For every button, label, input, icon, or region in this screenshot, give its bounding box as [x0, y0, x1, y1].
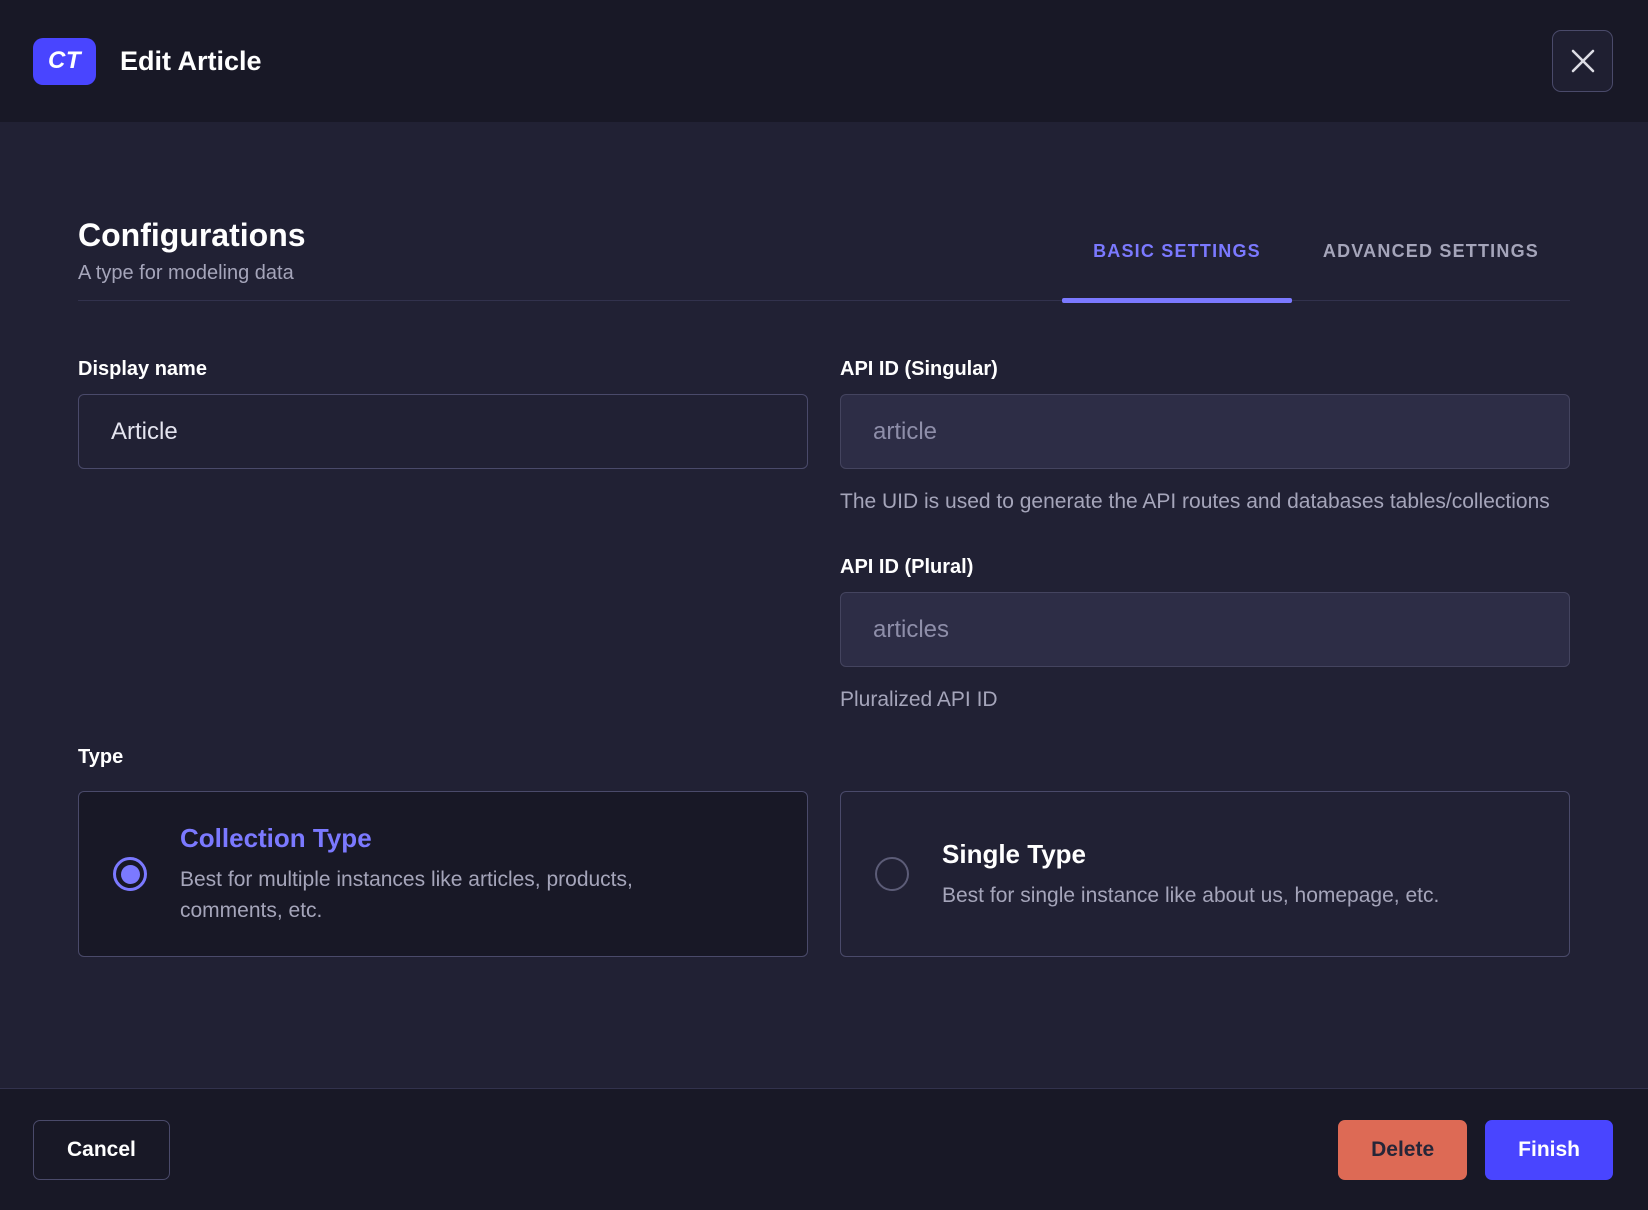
type-options: Collection Type Best for multiple instan… — [78, 791, 1570, 957]
settings-tabs: BASIC SETTINGS ADVANCED SETTINGS — [1062, 240, 1570, 303]
modal-title: Edit Article — [120, 45, 262, 76]
content-type-badge: CT — [33, 37, 96, 85]
api-id-singular-field-group: API ID (Singular) The UID is used to gen… — [840, 357, 1570, 517]
form-column-right: API ID (Singular) The UID is used to gen… — [840, 357, 1570, 715]
tab-basic-settings[interactable]: BASIC SETTINGS — [1062, 240, 1292, 303]
collection-type-option[interactable]: Collection Type Best for multiple instan… — [78, 791, 808, 957]
single-type-text: Single Type Best for single instance lik… — [942, 838, 1439, 911]
single-type-title: Single Type — [942, 838, 1086, 869]
form-column-left: Display name — [78, 357, 808, 715]
api-id-plural-label: API ID (Plural) — [840, 556, 974, 578]
api-id-singular-label: API ID (Singular) — [840, 358, 998, 380]
configurations-header-row: Configurations A type for modeling data … — [78, 216, 1570, 303]
modal-footer: Cancel Delete Finish — [0, 1088, 1648, 1210]
close-icon — [1569, 47, 1597, 75]
edit-content-type-modal: CT Edit Article Configurations A type fo… — [0, 0, 1648, 1210]
type-section: Type Collection Type Best for multiple i… — [78, 745, 1570, 957]
delete-button[interactable]: Delete — [1338, 1119, 1468, 1180]
tab-advanced-settings[interactable]: ADVANCED SETTINGS — [1292, 240, 1570, 300]
collection-type-radio[interactable] — [113, 857, 147, 891]
api-id-singular-helper: The UID is used to generate the API rout… — [840, 490, 1550, 513]
radio-unselected-dot-icon — [883, 865, 902, 884]
display-name-input[interactable] — [78, 394, 808, 469]
api-id-plural-field-group: API ID (Plural) Pluralized API ID — [840, 555, 1570, 715]
close-button[interactable] — [1552, 30, 1613, 92]
api-id-plural-input — [840, 592, 1570, 667]
configuration-form: Display name API ID (Singular) The UID i… — [78, 357, 1570, 715]
api-id-singular-input — [840, 394, 1570, 469]
modal-body: Configurations A type for modeling data … — [0, 122, 1648, 1088]
page-title: Configurations — [78, 217, 306, 253]
page-subtitle: A type for modeling data — [78, 262, 294, 284]
single-type-option[interactable]: Single Type Best for single instance lik… — [840, 791, 1570, 957]
radio-selected-dot-icon — [120, 864, 140, 884]
display-name-field-group: Display name — [78, 357, 808, 469]
single-type-description: Best for single instance like about us, … — [942, 883, 1440, 907]
cancel-button[interactable]: Cancel — [33, 1119, 170, 1180]
content-type-badge-label: CT — [48, 47, 81, 74]
display-name-label: Display name — [78, 358, 207, 380]
collection-type-description: Best for multiple instances like article… — [180, 868, 633, 922]
type-section-label: Type — [78, 746, 124, 768]
single-type-radio[interactable] — [875, 857, 909, 891]
configurations-heading: Configurations A type for modeling data — [78, 216, 306, 300]
collection-type-title: Collection Type — [180, 823, 372, 853]
api-id-plural-helper: Pluralized API ID — [840, 688, 998, 711]
modal-header: CT Edit Article — [0, 0, 1648, 122]
collection-type-text: Collection Type Best for multiple instan… — [180, 822, 740, 926]
finish-button[interactable]: Finish — [1485, 1119, 1613, 1180]
